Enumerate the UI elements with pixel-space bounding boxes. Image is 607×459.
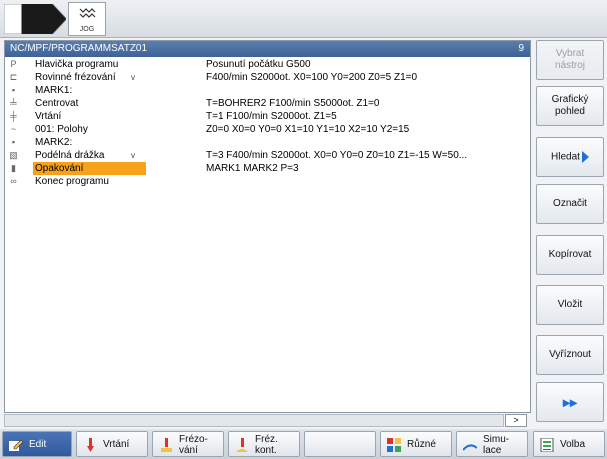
block-type-icon: ╪: [10, 111, 17, 121]
softkey-label: Označit: [553, 198, 587, 209]
softkey-select-tool[interactable]: Vybrat nástroj: [536, 40, 604, 80]
drill-icon: [87, 438, 94, 452]
softkey-more[interactable]: ▸▸: [536, 382, 604, 422]
block-name: Podélná drážka: [35, 150, 105, 161]
program-block-row[interactable]: ~001: Polohy Z0=0 X0=0 Y0=0 X1=10 Y1=10 X…: [5, 123, 530, 136]
block-type-icon: P: [10, 59, 17, 69]
softkey-empty[interactable]: [304, 431, 376, 457]
block-parameters: Posunutí počátku G500: [206, 59, 311, 70]
double-arrow-icon: ▸▸: [562, 394, 578, 410]
softkey-copy[interactable]: Kopírovat: [536, 235, 604, 275]
softkey-paste[interactable]: Vložit: [536, 285, 604, 325]
program-editor-panel: NC/MPF/PROGRAMMSATZ01 9 P Hlavička progra…: [4, 40, 531, 413]
softkey-edit[interactable]: Edit: [2, 431, 72, 457]
block-type-icon: ╧: [10, 98, 17, 108]
program-path: NC/MPF/PROGRAMMSATZ01: [10, 43, 148, 54]
softkey-drilling[interactable]: Vrtání: [76, 431, 148, 457]
block-name: Konec programu: [35, 176, 109, 187]
block-parameters: F400/min S2000ot. X0=100 Y0=200 Z0=5 Z1=…: [206, 72, 418, 83]
milling-cutter-icon: [161, 438, 172, 452]
softkey-milling[interactable]: Frézo-vání: [152, 431, 224, 457]
block-name: Vrtání: [35, 111, 62, 122]
softkey-label: Frézo-vání: [179, 434, 208, 456]
softkey-label: Kopírovat: [548, 249, 592, 260]
block-parameters: Z0=0 X0=0 Y0=0 X1=10 Y1=10 X2=10 Y2=15: [206, 124, 410, 135]
block-name: Centrovat: [35, 98, 79, 109]
selection-list-icon: [540, 438, 554, 452]
softkey-label: Volba: [560, 439, 586, 450]
program-mode-arrow-icon[interactable]: [4, 4, 66, 34]
jog-wave-icon: [79, 8, 96, 18]
misc-grid-icon: [387, 438, 401, 452]
program-block-row[interactable]: ▪ MARK2:: [5, 136, 530, 149]
softkey-label: Edit: [29, 439, 47, 450]
jog-mode-box[interactable]: JOG: [68, 2, 106, 36]
program-block-row[interactable]: ▪ MARK1:: [5, 84, 530, 97]
softkey-select[interactable]: Volba: [533, 431, 605, 457]
block-type-icon: ∞: [10, 176, 17, 186]
softkey-label: Vložit: [557, 299, 583, 310]
block-type-icon: ▪: [11, 137, 16, 147]
block-parameters: T=1 F100/min S2000ot. Z1=5: [206, 111, 337, 122]
block-type-icon: ~: [10, 124, 17, 134]
simulation-icon: [463, 444, 477, 451]
softkey-simulation[interactable]: Simu-lace: [456, 431, 528, 457]
softkey-label: nástroj: [554, 60, 585, 71]
block-name: MARK2:: [35, 137, 73, 148]
expand-chevron-icon[interactable]: v: [131, 149, 135, 162]
block-name: Rovinné frézování: [35, 72, 116, 83]
softkey-label: pohled: [554, 106, 585, 117]
softkey-misc[interactable]: Různé: [380, 431, 452, 457]
jog-label: JOG: [79, 26, 95, 33]
softkey-label: Vyříznout: [549, 349, 591, 360]
program-path-header: NC/MPF/PROGRAMMSATZ01 9: [5, 41, 530, 57]
softkey-mark[interactable]: Označit: [536, 184, 604, 224]
program-block-row[interactable]: ▮ Opakování MARK1 MARK2 P=3: [5, 162, 530, 175]
block-type-icon: ▮: [11, 163, 16, 173]
block-type-icon: ▪: [11, 85, 16, 95]
sinumerik-screen: JOG NC/MPF/PROGRAMMSATZ01 9 P Hlavička pr…: [0, 0, 607, 459]
status-strip: [4, 414, 504, 427]
block-parameters: T=BOHRER2 F100/min S5000ot. Z1=0: [206, 98, 380, 109]
contour-milling-icon: [236, 438, 248, 452]
block-name: Hlavička programu: [35, 59, 119, 70]
softkey-label: Vrtání: [103, 439, 130, 450]
block-parameters: MARK1 MARK2 P=3: [206, 163, 299, 174]
program-block-row[interactable]: ∞ Konec programu: [5, 175, 530, 188]
program-block-count: 9: [518, 43, 524, 54]
softkey-label: Fréz. kont.: [255, 434, 278, 456]
softkey-search[interactable]: Hledat: [536, 137, 604, 177]
program-block-row[interactable]: ⊏ Rovinné frézování v F400/min S2000ot. X0=…: [5, 71, 530, 84]
softkey-contour-milling[interactable]: Fréz. kont.: [228, 431, 300, 457]
program-block-row[interactable]: ╧ Centrovat T=BOHRER2 F100/min S5000ot. Z1…: [5, 97, 530, 110]
block-name: 001: Polohy: [35, 124, 88, 135]
top-bar: JOG: [0, 0, 607, 38]
softkey-label: Hledat: [551, 151, 580, 163]
expand-chevron-icon[interactable]: v: [131, 71, 135, 84]
program-block-row[interactable]: ▧ Podélná drážka v T=3 F400/min S2000ot. X0…: [5, 149, 530, 162]
program-block-row[interactable]: ╪ Vrtání T=1 F100/min S2000ot. Z1=5: [5, 110, 530, 123]
softkey-label: Simu-lace: [483, 434, 510, 456]
scroll-right-indicator[interactable]: >: [505, 414, 527, 427]
block-parameters: T=3 F400/min S2000ot. X0=0 Y0=0 Z0=10 Z1…: [206, 150, 468, 161]
softkey-label: Grafický: [551, 94, 589, 105]
submenu-arrow-icon: [581, 150, 589, 163]
softkey-graphic-view[interactable]: Grafický pohled: [536, 86, 604, 126]
program-block-list: P Hlavička programu Posunutí počátku G500 ⊏…: [5, 57, 530, 188]
softkey-label: Vybrat: [555, 48, 585, 59]
edit-pencil-icon: [9, 439, 23, 451]
softkey-label: Různé: [407, 439, 436, 450]
block-name: Opakování: [33, 162, 146, 175]
block-type-icon: ▧: [9, 150, 18, 160]
program-block-row[interactable]: P Hlavička programu Posunutí počátku G500: [5, 58, 530, 71]
block-type-icon: ⊏: [9, 72, 18, 82]
softkey-cut[interactable]: Vyříznout: [536, 335, 604, 375]
block-name: MARK1:: [35, 85, 73, 96]
